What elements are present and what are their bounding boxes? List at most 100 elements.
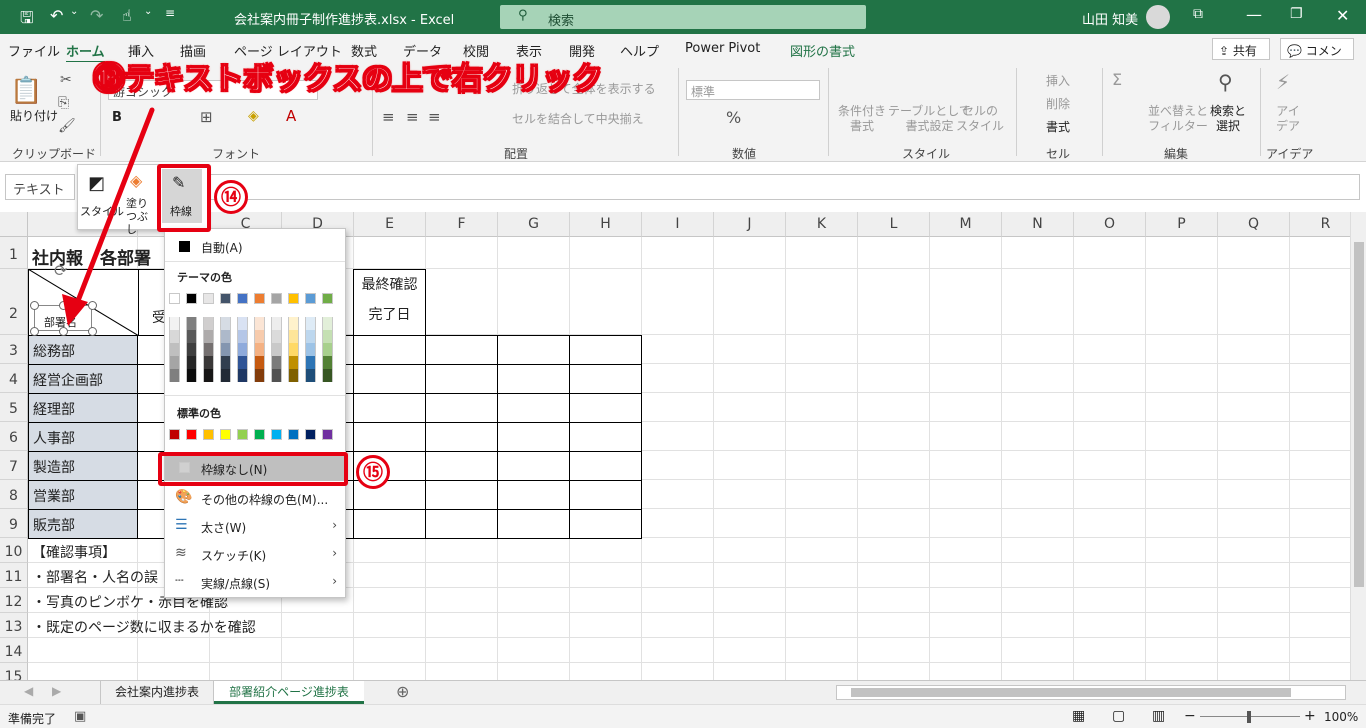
theme-shade-swatch[interactable] [288, 369, 299, 382]
column-header[interactable]: G [498, 212, 570, 237]
table-cell[interactable] [497, 364, 570, 394]
add-sheet-icon[interactable]: ⊕ [396, 682, 409, 701]
theme-shade-swatch[interactable] [271, 317, 282, 330]
delete-cells-button[interactable]: 削除 [1046, 95, 1070, 112]
theme-color-swatch[interactable] [203, 293, 214, 304]
column-header[interactable]: P [1146, 212, 1218, 237]
row-header[interactable]: 3 [0, 335, 28, 364]
theme-shade-swatch[interactable] [322, 356, 333, 369]
ribbon-display-icon[interactable]: ⧉ [1193, 6, 1203, 22]
row-header[interactable]: 5 [0, 393, 28, 422]
standard-color-swatch[interactable] [254, 429, 265, 440]
theme-shade-swatch[interactable] [237, 369, 248, 382]
row-header[interactable]: 1 [0, 237, 28, 269]
horizontal-scrollbar[interactable] [836, 685, 1346, 700]
theme-shade-swatch[interactable] [305, 356, 316, 369]
table-cell[interactable] [353, 509, 426, 539]
chevron-down-icon[interactable]: ⌄ [70, 6, 78, 17]
touch-mode-icon[interactable]: ☝ [122, 6, 132, 25]
theme-shade-swatch[interactable] [203, 343, 214, 356]
theme-shade-swatch[interactable] [237, 343, 248, 356]
macro-record-icon[interactable]: ▣ [74, 709, 86, 724]
standard-color-swatch[interactable] [169, 429, 180, 440]
table-cell[interactable] [569, 335, 642, 365]
row-header[interactable]: 2 [0, 269, 28, 335]
search-box[interactable]: ⚲ 検索 [500, 5, 866, 29]
column-header[interactable]: L [858, 212, 930, 237]
autosum-icon[interactable]: Σ [1112, 70, 1122, 89]
row-header[interactable]: 8 [0, 480, 28, 509]
cell-styles-button[interactable]: セルの スタイル [956, 104, 1004, 134]
theme-shade-swatch[interactable] [169, 369, 180, 382]
tab-12[interactable]: 図形の書式 [790, 41, 855, 60]
weight-item[interactable]: ☰ 太さ(W) › [165, 513, 345, 539]
theme-shade-swatch[interactable] [203, 369, 214, 382]
save-icon[interactable]: 🖫 [20, 7, 34, 34]
standard-color-swatch[interactable] [305, 429, 316, 440]
restore-icon[interactable]: ❐ [1290, 6, 1303, 22]
select-all-corner[interactable] [0, 212, 28, 237]
conditional-format-button[interactable]: 条件付き 書式 [838, 104, 886, 134]
theme-shade-swatch[interactable] [322, 317, 333, 330]
standard-color-swatch[interactable] [288, 429, 299, 440]
theme-shade-swatch[interactable] [220, 369, 231, 382]
page-layout-icon[interactable]: ▢ [1112, 708, 1125, 724]
tab-0[interactable]: ファイル [8, 41, 60, 60]
row-header[interactable]: 11 [0, 563, 28, 588]
theme-shade-swatch[interactable] [271, 369, 282, 382]
find-select-button[interactable]: 検索と 選択 [1210, 104, 1246, 134]
more-colors-item[interactable]: 🎨 その他の枠線の色(M)... [165, 485, 345, 511]
theme-shade-swatch[interactable] [169, 356, 180, 369]
column-header[interactable]: R [1290, 212, 1350, 237]
row-header[interactable]: 14 [0, 638, 28, 663]
row-header[interactable]: 9 [0, 509, 28, 538]
vertical-scrollbar[interactable] [1350, 212, 1366, 682]
standard-color-swatch[interactable] [271, 429, 282, 440]
table-cell[interactable] [497, 451, 570, 481]
align-left-icon[interactable]: ≡ [382, 108, 395, 126]
column-header[interactable]: O [1074, 212, 1146, 237]
redo-icon[interactable]: ↷ [90, 6, 103, 25]
undo-icon[interactable]: ↶ [50, 6, 63, 25]
table-cell[interactable] [497, 422, 570, 452]
ideas-button[interactable]: アイ デア [1276, 104, 1300, 134]
resize-handle[interactable] [30, 327, 39, 336]
theme-shade-swatch[interactable] [186, 330, 197, 343]
h-scroll-thumb[interactable] [851, 688, 1291, 697]
dashes-item[interactable]: ┄ 実線/点線(S) › [165, 569, 345, 595]
percent-icon[interactable]: % [726, 108, 741, 127]
theme-shade-swatch[interactable] [186, 356, 197, 369]
table-cell[interactable] [425, 422, 498, 452]
paste-icon[interactable]: 📋 [10, 76, 42, 106]
zoom-handle[interactable] [1247, 711, 1251, 723]
table-cell[interactable] [353, 393, 426, 423]
share-button[interactable]: ⇪ 共有 [1212, 38, 1270, 60]
merge-center-button[interactable]: セルを結合して中央揃え [512, 110, 644, 127]
page-break-icon[interactable]: ▥ [1152, 708, 1165, 724]
row-header[interactable]: 10 [0, 538, 28, 563]
theme-shade-swatch[interactable] [203, 317, 214, 330]
theme-shade-swatch[interactable] [288, 317, 299, 330]
theme-shade-swatch[interactable] [254, 369, 265, 382]
column-header[interactable]: N [1002, 212, 1074, 237]
theme-shade-swatch[interactable] [254, 356, 265, 369]
minimize-icon[interactable]: — [1246, 5, 1262, 24]
theme-shade-swatch[interactable] [186, 343, 197, 356]
formula-input[interactable] [210, 174, 1360, 200]
zoom-out-icon[interactable]: − [1184, 708, 1196, 724]
next-sheet-icon[interactable]: ▶ [52, 684, 61, 698]
standard-color-swatch[interactable] [237, 429, 248, 440]
insert-cells-button[interactable]: 挿入 [1046, 72, 1070, 89]
row-header[interactable]: 13 [0, 613, 28, 638]
theme-shade-swatch[interactable] [254, 343, 265, 356]
theme-color-swatch[interactable] [220, 293, 231, 304]
theme-shade-swatch[interactable] [305, 369, 316, 382]
font-color-icon[interactable]: A [286, 107, 296, 125]
tab-10[interactable]: ヘルプ [620, 41, 659, 60]
standard-color-swatch[interactable] [203, 429, 214, 440]
theme-color-swatch[interactable] [322, 293, 333, 304]
column-header[interactable]: E [354, 212, 426, 237]
close-icon[interactable]: ✕ [1336, 6, 1349, 25]
comment-button[interactable]: 💬 コメント [1280, 38, 1354, 75]
column-header[interactable]: M [930, 212, 1002, 237]
